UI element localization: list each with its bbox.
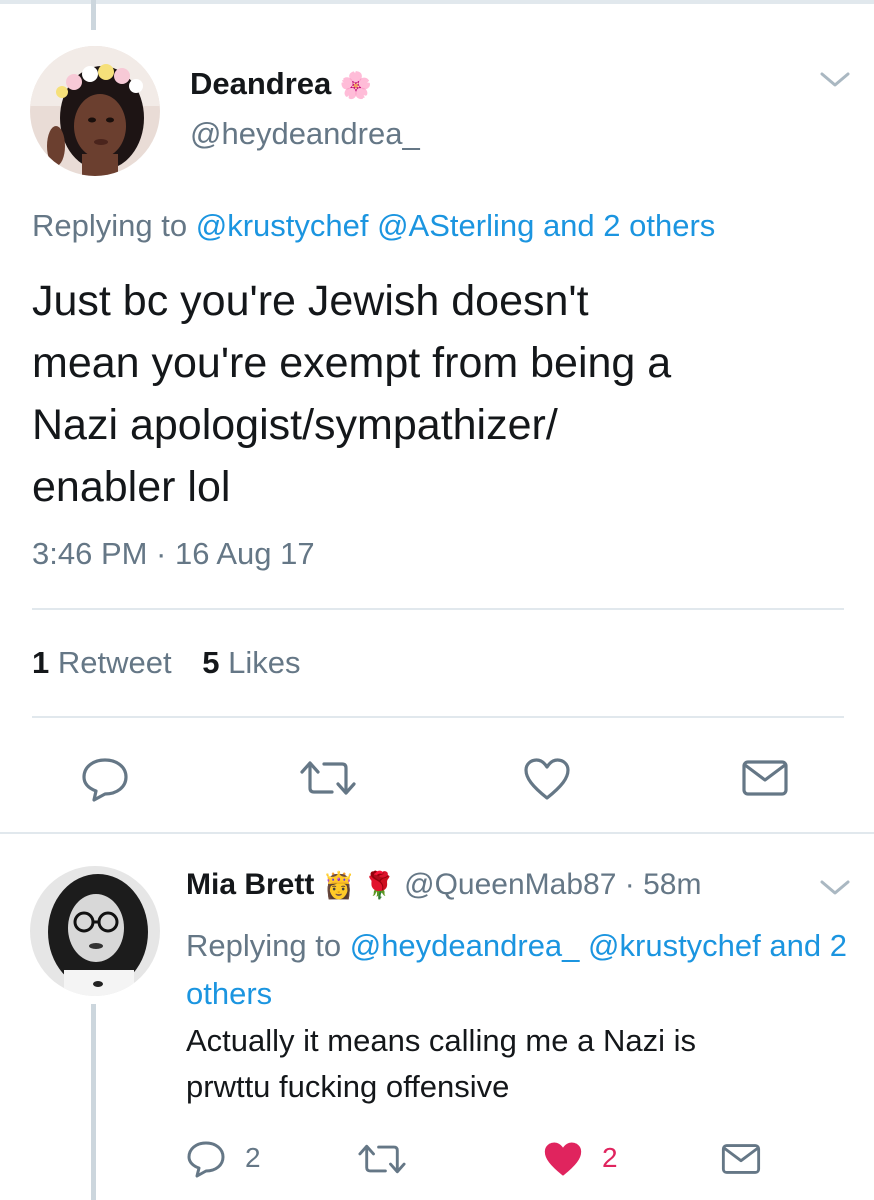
- reply-time[interactable]: · 58m: [625, 868, 702, 901]
- liked-heart-icon[interactable]: [542, 1140, 584, 1178]
- chevron-down-icon[interactable]: [818, 876, 852, 898]
- tweet-separator: [0, 832, 874, 834]
- retweet-icon[interactable]: [356, 1142, 408, 1176]
- replying-to-mentions-link[interactable]: @krustychef @ASterling and 2 others: [196, 208, 716, 243]
- divider: [32, 716, 844, 718]
- reply-display-name[interactable]: Mia Brett: [186, 868, 314, 901]
- reply-avatar[interactable]: [30, 866, 160, 996]
- reply-icon[interactable]: [186, 1140, 226, 1178]
- rose-emoji-icon: 🌹: [363, 870, 396, 900]
- direct-message-icon[interactable]: [740, 758, 790, 798]
- like-count: 2: [602, 1142, 618, 1173]
- reply-header: Mia Brett 👸 🌹 @QueenMab87 · 58m: [186, 868, 701, 902]
- reply-handle[interactable]: @QueenMab87: [404, 868, 616, 901]
- thread-line-top: [91, 0, 96, 30]
- princess-emoji-icon: 👸: [322, 870, 356, 900]
- divider: [32, 608, 844, 610]
- direct-message-icon[interactable]: [720, 1142, 762, 1176]
- display-name[interactable]: Deandrea 🌸: [190, 66, 372, 102]
- retweet-icon[interactable]: [298, 758, 358, 798]
- chevron-down-icon[interactable]: [818, 68, 852, 90]
- avatar[interactable]: [30, 46, 160, 176]
- top-border: [0, 0, 874, 4]
- tweet-text: Just bc you're Jewish doesn't mean you'r…: [32, 277, 672, 511]
- replying-to-line: Replying to @krustychef @ASterling and 2…: [32, 208, 716, 243]
- tweet-timestamp[interactable]: 3:46 PM · 16 Aug 17: [32, 536, 315, 572]
- user-handle[interactable]: @heydeandrea_: [190, 116, 420, 152]
- avatar-image: [30, 46, 160, 176]
- likes-stat[interactable]: 5 Likes: [202, 645, 300, 680]
- tweet-stats: 1 Retweet 5 Likes: [32, 645, 300, 681]
- reply-icon[interactable]: [80, 756, 130, 802]
- reply-count: 2: [245, 1142, 261, 1173]
- reply-avatar-image: [30, 866, 160, 996]
- like-icon[interactable]: [522, 756, 572, 802]
- flower-emoji-icon: 🌸: [339, 70, 373, 100]
- reply-replying-to-line: Replying to @heydeandrea_ @krustychef an…: [186, 928, 847, 1011]
- retweets-stat[interactable]: 1 Retweet: [32, 645, 172, 680]
- thread-line-bottom: [91, 1004, 96, 1200]
- reply-tweet-text: Actually it means calling me a Nazi is p…: [186, 1023, 696, 1104]
